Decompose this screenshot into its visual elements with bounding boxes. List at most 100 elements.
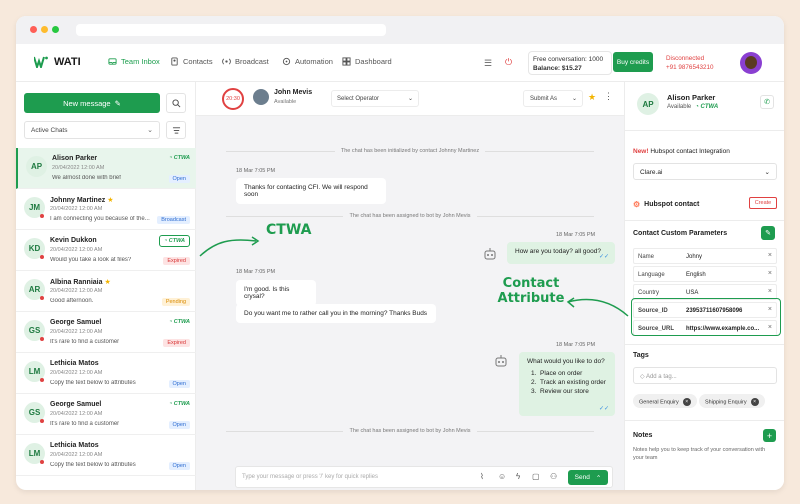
tag-chip[interactable]: General Enquiry × xyxy=(633,394,697,408)
account-select[interactable]: Clare.ai ⌄ xyxy=(633,163,777,180)
brand-name: WATI xyxy=(54,56,81,68)
hubspot-icon: ⚙ xyxy=(633,200,641,209)
system-message-text: The chat has been assigned to bot by Joh… xyxy=(343,213,477,219)
contact-name: Alison Parker xyxy=(667,93,716,102)
chat-list-item[interactable]: GS George Samuel 20/04/2022 12:00 AM It's r… xyxy=(16,394,196,435)
chat-list-item[interactable]: JM Johnny Martinez ★ 20/04/2022 12:00 AM I a… xyxy=(16,189,196,230)
bot-reply-icon[interactable]: ⚇ xyxy=(550,472,557,481)
chat-list-item[interactable]: GS George Samuel 20/04/2022 12:00 AM It's r… xyxy=(16,312,196,353)
status-text: Disconnected xyxy=(666,55,705,62)
contact-status-text: Available xyxy=(667,104,692,110)
message-bubble-incoming: I'm good. Is this crysal? xyxy=(236,280,316,306)
chevron-down-icon: ⌄ xyxy=(407,96,413,102)
message-timestamp: 18 Mar 7:05 PM xyxy=(556,342,596,348)
maximize-dot[interactable] xyxy=(52,26,59,33)
chat-filter-dropdown[interactable]: Active Chats ⌄ xyxy=(24,121,160,139)
attachment-icon[interactable]: ⌇ xyxy=(480,472,484,481)
nav-contacts[interactable]: Contacts xyxy=(170,57,213,66)
menu-title: What would you like to do? xyxy=(527,358,605,365)
add-note-button[interactable]: + xyxy=(763,429,776,442)
unread-dot xyxy=(40,460,44,464)
nav-label: Automation xyxy=(295,57,333,66)
chat-list-item[interactable]: AR Albina Ranniaia ★ 20/04/2022 12:00 AM Goo… xyxy=(16,271,196,312)
chat-name: Johnny Martinez ★ xyxy=(50,197,114,204)
select-operator-dropdown[interactable]: Select Operator ⌄ xyxy=(331,90,419,107)
chat-list-item[interactable]: LM Lethicia Matos 20/04/2022 12:00 AM Copy … xyxy=(16,435,196,476)
param-row: Language English × xyxy=(633,266,777,282)
composer-placeholder: Type your message or press '/' key for q… xyxy=(242,474,379,480)
add-tag-placeholder: Add a tag... xyxy=(645,374,677,380)
close-icon[interactable]: × xyxy=(750,398,759,406)
chat-preview: I am connecting you because of the... xyxy=(50,216,150,222)
minimize-dot[interactable] xyxy=(41,26,48,33)
hubspot-contact-label: Hubspot contact xyxy=(644,201,700,208)
new-message-button[interactable]: New message ✎ xyxy=(24,93,160,113)
menu-lines-icon[interactable]: ☰ xyxy=(484,58,492,69)
nav-team-inbox[interactable]: Team Inbox xyxy=(108,57,160,66)
divider xyxy=(625,220,784,221)
message-timestamp: 18 Mar 7:05 PM xyxy=(556,232,596,238)
chat-name: George Samuel xyxy=(50,319,102,326)
automation-icon xyxy=(282,57,291,66)
submit-as-dropdown[interactable]: Submit As ⌄ xyxy=(523,90,583,107)
param-value: Johny xyxy=(686,254,703,260)
chat-list-item[interactable]: AP Alison Parker 20/04/2022 12:00 AM We alm… xyxy=(16,148,196,189)
address-bar[interactable] xyxy=(76,24,386,36)
close-icon[interactable]: × xyxy=(768,270,772,277)
chat-preview: It's rare to find a customer xyxy=(50,421,120,427)
status-badge: Open xyxy=(168,462,190,470)
filter-value: Active Chats xyxy=(31,127,68,134)
add-tag-input[interactable]: ◇ Add a tag... xyxy=(633,367,777,384)
nav-dashboard[interactable]: Dashboard xyxy=(342,57,392,66)
message-bubble-incoming: Thanks for contacting CFI. We will respo… xyxy=(236,178,386,204)
whatsapp-button[interactable]: ✆ xyxy=(760,95,774,109)
edit-params-button[interactable]: ✎ xyxy=(761,226,775,240)
star-icon[interactable]: ★ xyxy=(588,92,596,103)
message-composer[interactable]: Type your message or press '/' key for q… xyxy=(235,466,613,488)
menu-option: 1. Place on order xyxy=(531,370,583,377)
status-badge: Expired xyxy=(163,257,190,265)
contact-info-panel: AP Alison Parker Available ◔ CTWA ✆ New! … xyxy=(624,82,784,490)
tag-chip[interactable]: Shipping Enquiry × xyxy=(699,394,765,408)
sort-button[interactable] xyxy=(166,121,186,139)
close-icon[interactable]: × xyxy=(768,288,772,295)
system-message: The chat has been assigned to bot by Joh… xyxy=(196,213,624,219)
nav-label: Contacts xyxy=(183,57,213,66)
pencil-icon: ✎ xyxy=(114,98,121,108)
message-bubble-outgoing: What would you like to do? 1. Place on o… xyxy=(519,352,615,416)
message-text: How are you today? all good? xyxy=(515,248,602,255)
close-dot[interactable] xyxy=(30,26,37,33)
user-avatar[interactable] xyxy=(740,52,762,74)
send-label: Send xyxy=(574,474,590,481)
quick-reply-icon[interactable]: ϟ xyxy=(516,472,520,481)
nav-broadcast[interactable]: Broadcast xyxy=(222,57,269,66)
create-button[interactable]: Create xyxy=(749,197,777,209)
unread-dot xyxy=(40,378,44,382)
chat-list-item[interactable]: KD Kevin Dukkon 20/04/2022 12:00 AM Would y… xyxy=(16,230,196,271)
search-button[interactable] xyxy=(166,93,186,113)
logo[interactable]: WATI xyxy=(34,56,81,68)
send-button[interactable]: Send ⌃ xyxy=(568,470,608,485)
search-icon xyxy=(171,98,180,107)
chevron-up-icon[interactable]: ⌃ xyxy=(596,474,601,482)
status-badge: Open xyxy=(168,421,190,429)
status-badge: Open xyxy=(168,380,190,388)
notification-icon[interactable]: ⏻ xyxy=(505,57,512,68)
template-icon[interactable]: ▢ xyxy=(532,472,540,481)
account-value: Clare.ai xyxy=(640,169,663,176)
notes-description: Notes help you to keep track of your con… xyxy=(633,447,766,461)
nav-automation[interactable]: Automation xyxy=(282,57,333,66)
bot-icon xyxy=(484,248,496,260)
emoji-icon[interactable]: ☺ xyxy=(498,472,506,481)
close-icon[interactable]: × xyxy=(768,252,772,259)
buy-credits-button[interactable]: Buy credits xyxy=(613,52,653,72)
unread-dot xyxy=(40,419,44,423)
hubspot-contact-row: ⚙ Hubspot contact xyxy=(633,200,699,209)
message-bubble-incoming: Do you want me to rather call you in the… xyxy=(236,304,436,323)
more-icon[interactable]: ⋮ xyxy=(604,91,613,102)
close-icon[interactable]: × xyxy=(682,398,691,406)
tag-label: Shipping Enquiry xyxy=(705,399,747,406)
chat-list-item[interactable]: LM Lethicia Matos 20/04/2022 12:00 AM Copy … xyxy=(16,353,196,394)
select-operator-label: Select Operator xyxy=(337,96,380,102)
param-value: English xyxy=(686,272,706,278)
